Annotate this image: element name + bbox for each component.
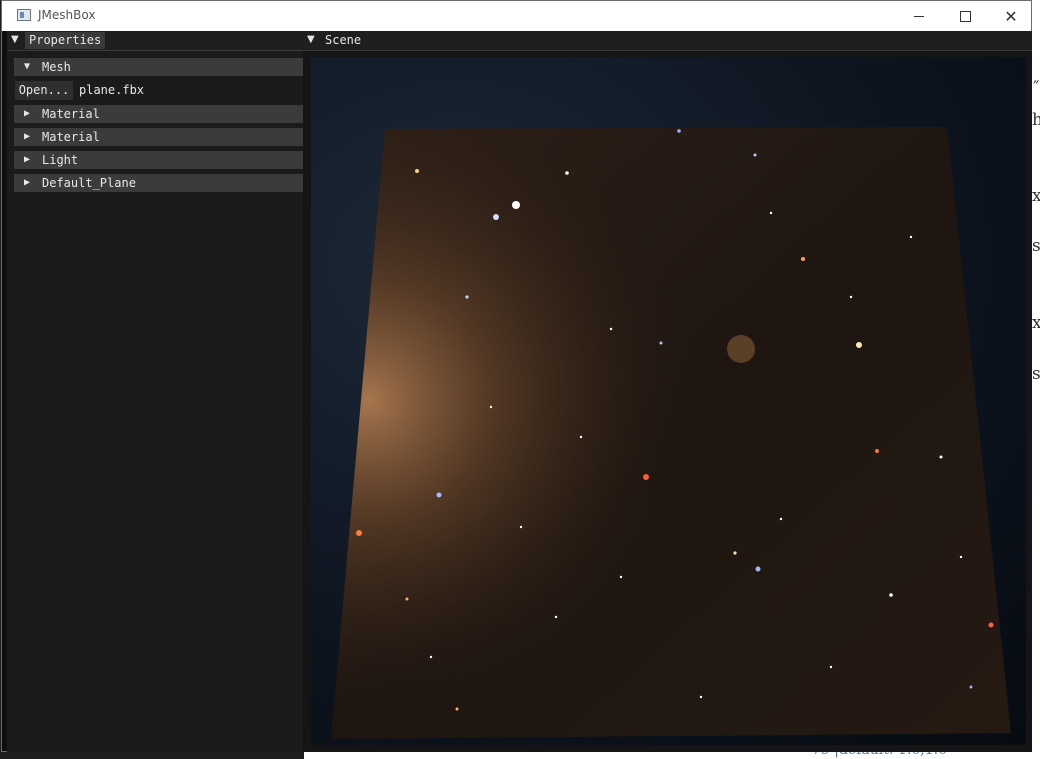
triangle-right-icon: ▶ [24, 177, 31, 188]
open-file-button[interactable]: Open... [15, 81, 73, 100]
title-bar[interactable]: JMeshBox ✕ [2, 1, 1031, 31]
triangle-down-icon: ▼ [24, 61, 31, 72]
triangle-right-icon: ▶ [24, 131, 31, 142]
bg-glyph: x [1032, 186, 1040, 206]
bg-glyph: s [1032, 364, 1040, 384]
triangle-right-icon: ▶ [24, 154, 31, 165]
section-header-label: Material [42, 107, 100, 121]
scene-render [331, 127, 1011, 739]
window-title: JMeshBox [38, 8, 96, 22]
properties-panel: ▼ Properties ▼ Mesh Open... plane.fbx ▶ … [7, 31, 304, 752]
section-header-material[interactable]: ▶ Material [14, 105, 303, 123]
triangle-right-icon: ▶ [24, 108, 31, 119]
bg-glyph: h [1032, 110, 1040, 130]
scene-viewport[interactable] [311, 57, 1026, 745]
bg-glyph: x [1032, 313, 1040, 333]
section-header-light[interactable]: ▶ Light [14, 151, 303, 169]
tab-scene[interactable]: Scene [321, 32, 365, 49]
maximize-button[interactable] [942, 1, 988, 31]
minimize-icon [914, 15, 924, 17]
properties-tab-bar: ▼ Properties [7, 31, 303, 51]
close-icon: ✕ [1004, 6, 1018, 26]
bg-glyph: s [1032, 236, 1040, 256]
triangle-down-icon[interactable]: ▼ [11, 34, 19, 45]
scene-panel: ▼ Scene [303, 31, 1032, 752]
app-window: JMeshBox ✕ ▼ Properties ▼ Mesh Open... p… [1, 0, 1032, 752]
minimize-button[interactable] [896, 1, 942, 31]
triangle-down-icon[interactable]: ▼ [307, 34, 315, 45]
section-header-default-plane[interactable]: ▶ Default_Plane [14, 174, 303, 192]
plane-texture [331, 127, 1011, 739]
app-icon [17, 9, 31, 21]
maximize-icon [959, 10, 971, 22]
section-header-mesh[interactable]: ▼ Mesh [14, 58, 303, 76]
section-header-label: Mesh [42, 60, 71, 74]
section-header-material-2[interactable]: ▶ Material [14, 128, 303, 146]
section-header-label: Default_Plane [42, 176, 136, 190]
tab-properties[interactable]: Properties [25, 32, 106, 49]
section-header-label: Light [42, 153, 79, 167]
scene-tab-bar: ▼ Scene [303, 31, 1032, 51]
file-name-label: plane.fbx [79, 83, 145, 97]
bg-glyph: ″ [1033, 78, 1040, 98]
close-button[interactable]: ✕ [988, 1, 1034, 31]
section-header-label: Material [42, 130, 100, 144]
